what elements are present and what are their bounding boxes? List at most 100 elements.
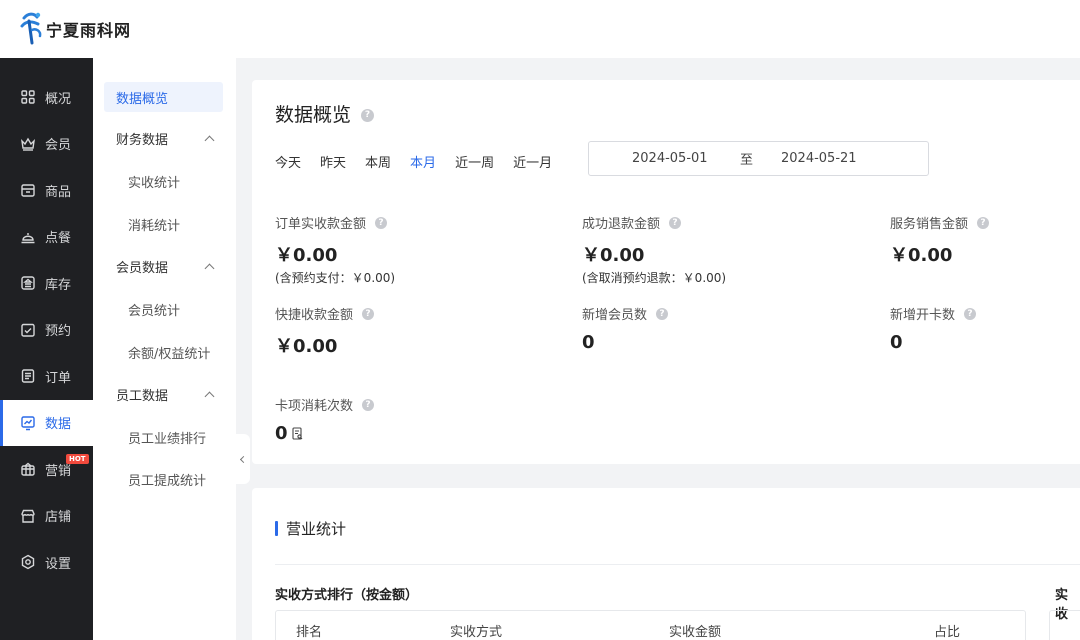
range-tab-last-week[interactable]: 近一周	[455, 152, 494, 171]
column-header-method: 实收方式	[450, 625, 503, 640]
submenu-item-overview[interactable]: 数据概览	[104, 82, 223, 112]
metric-label: 卡项消耗次数	[275, 399, 354, 414]
metric-value: ￥0.00	[582, 245, 645, 266]
chevron-up-icon	[204, 263, 215, 273]
help-icon[interactable]: ?	[669, 216, 682, 229]
dashboard-grid-icon	[20, 89, 36, 105]
metric-value: 0	[275, 423, 288, 444]
submenu-item-member-stats[interactable]: 会员统计	[104, 294, 223, 324]
metric-label: 服务销售金额	[890, 217, 969, 232]
help-icon[interactable]: ?	[362, 307, 375, 320]
metric-value: 0	[890, 332, 903, 353]
submenu-item-received-stats[interactable]: 实收统计	[104, 166, 223, 196]
metric-quick-pay: 快捷收款金额? ￥0.00	[275, 304, 375, 358]
date-start[interactable]: 2024-05-01	[632, 151, 708, 166]
overview-card: 数据概览? 今天 昨天 本周 本月 近一周 近一月 2024-05-01 至 2…	[252, 80, 1080, 464]
help-icon[interactable]: ?	[361, 109, 375, 122]
metric-value: ￥0.00	[890, 245, 953, 266]
metric-sub: (含取消预约退款：￥0.00)	[582, 271, 727, 285]
submenu-group-staff[interactable]: 员工数据	[104, 379, 223, 409]
payment-method-table: 排名 实收方式 实收金额 占比	[275, 610, 1026, 640]
metric-new-members: 新增会员数? 0	[582, 304, 669, 353]
gift-shop-icon	[20, 461, 36, 477]
sidebar-item-booking[interactable]: 预约	[0, 307, 93, 354]
sidebar-item-label: 概况	[45, 91, 72, 107]
store-icon	[20, 508, 36, 524]
submenu-group-label: 员工数据	[116, 388, 169, 404]
divider	[275, 564, 1080, 565]
metric-label: 订单实收款金额	[275, 217, 367, 232]
sidebar-item-label: 数据	[45, 417, 72, 433]
metric-service-sales: 服务销售金额? ￥0.00	[890, 213, 990, 267]
metric-refund: 成功退款金额? ￥0.00 (含取消预约退款：￥0.00)	[582, 213, 726, 286]
sidebar-item-label: 订单	[45, 370, 72, 386]
date-range-picker[interactable]: 2024-05-01 至 2024-05-21	[588, 141, 929, 176]
submenu-item-staff-ranking[interactable]: 员工业绩排行	[104, 422, 223, 452]
sidebar-item-goods[interactable]: 商品	[0, 167, 93, 214]
goods-box-icon	[20, 182, 36, 198]
metric-sub: (含预约支付：￥0.00)	[275, 271, 396, 285]
sidebar-item-overview[interactable]: 概况	[0, 74, 93, 121]
collapse-submenu-button[interactable]	[236, 434, 250, 484]
brand-name: 宁夏雨科网	[46, 21, 132, 40]
sidebar-item-inventory[interactable]: 库存	[0, 260, 93, 307]
chevron-up-icon	[204, 391, 215, 401]
main-sidebar: 概况 会员 商品 点餐 库存 预约 订单 数据 营销 HOT 店铺 设置	[0, 58, 93, 640]
submenu-item-staff-commission[interactable]: 员工提成统计	[104, 464, 223, 494]
hot-badge: HOT	[66, 454, 89, 464]
help-icon[interactable]: ?	[977, 216, 990, 229]
business-stats-card: 营业统计 实收方式排行（按金额） 实收 排名 实收方式 实收金额 占比	[252, 488, 1080, 640]
range-tab-this-month[interactable]: 本月	[410, 152, 436, 171]
metric-label: 快捷收款金额	[275, 308, 354, 323]
metric-value: 0	[582, 332, 595, 353]
sidebar-item-orders[interactable]: 订单	[0, 353, 93, 400]
detail-doc-icon[interactable]	[291, 427, 303, 440]
range-tab-last-month[interactable]: 近一月	[513, 152, 552, 171]
help-icon[interactable]: ?	[362, 398, 375, 411]
section-title: 营业统计	[275, 518, 346, 539]
sidebar-item-label: 设置	[45, 556, 72, 572]
page-title-text: 数据概览	[275, 104, 352, 126]
settings-icon	[20, 554, 36, 570]
sidebar-item-order-food[interactable]: 点餐	[0, 214, 93, 261]
sidebar-item-store[interactable]: 店铺	[0, 493, 93, 540]
date-range-tabs: 今天 昨天 本周 本月 近一周 近一月	[275, 152, 571, 171]
help-icon[interactable]: ?	[375, 216, 388, 229]
sidebar-item-data[interactable]: 数据	[0, 399, 93, 446]
range-tab-this-week[interactable]: 本周	[365, 152, 391, 171]
help-icon[interactable]: ?	[656, 307, 669, 320]
date-end[interactable]: 2024-05-21	[781, 151, 857, 166]
metric-card-usage: 卡项消耗次数? 0	[275, 395, 375, 444]
top-header: 宁夏雨科网	[0, 0, 1080, 58]
brand-logo-icon[interactable]	[18, 9, 44, 49]
cloche-icon	[20, 229, 36, 245]
sidebar-item-marketing[interactable]: 营销 HOT	[0, 446, 93, 493]
metric-order-received: 订单实收款金额? ￥0.00 (含预约支付：￥0.00)	[275, 213, 395, 286]
submenu-item-balance-stats[interactable]: 余额/权益统计	[104, 337, 223, 367]
crown-icon	[20, 136, 36, 152]
metric-new-cards: 新增开卡数? 0	[890, 304, 977, 353]
sidebar-item-settings[interactable]: 设置	[0, 539, 93, 586]
submenu-group-finance[interactable]: 财务数据	[104, 123, 223, 153]
data-submenu: 数据概览 财务数据 实收统计 消耗统计 会员数据 会员统计 余额/权益统计 员工…	[93, 58, 236, 640]
metric-label: 新增开卡数	[890, 308, 956, 323]
warehouse-icon	[20, 275, 36, 291]
column-header-ratio: 占比	[934, 625, 961, 640]
sidebar-item-label: 点餐	[45, 231, 72, 247]
submenu-item-consumption-stats[interactable]: 消耗统计	[104, 209, 223, 239]
metric-label: 新增会员数	[582, 308, 648, 323]
sidebar-item-label: 商品	[45, 184, 72, 200]
submenu-group-label: 财务数据	[116, 132, 169, 148]
secondary-table	[1049, 610, 1080, 640]
range-tab-today[interactable]: 今天	[275, 152, 301, 171]
calendar-check-icon	[20, 322, 36, 338]
range-tab-yesterday[interactable]: 昨天	[320, 152, 346, 171]
sidebar-item-label: 会员	[45, 138, 72, 154]
submenu-group-member[interactable]: 会员数据	[104, 251, 223, 281]
metric-label: 成功退款金额	[582, 217, 661, 232]
sidebar-item-member[interactable]: 会员	[0, 121, 93, 168]
table-title: 实收方式排行（按金额）	[275, 588, 419, 603]
help-icon[interactable]: ?	[964, 307, 977, 320]
chevron-up-icon	[204, 135, 215, 145]
page-title: 数据概览?	[275, 100, 375, 127]
